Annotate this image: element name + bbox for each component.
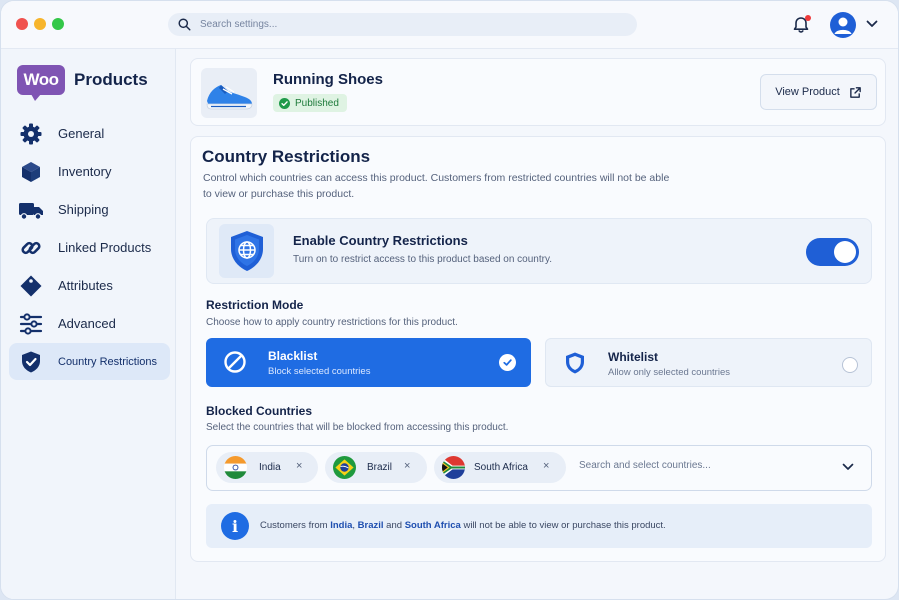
search-icon	[178, 18, 191, 31]
enable-restrictions-title: Enable Country Restrictions	[293, 233, 468, 248]
user-icon	[834, 17, 852, 34]
sidebar-title: Products	[74, 70, 148, 89]
sidebar-item-label: Linked Products	[58, 240, 152, 255]
sidebar-item-label: Inventory	[58, 164, 112, 179]
shield-icon	[566, 352, 584, 374]
brazil-flag-icon	[333, 456, 356, 479]
south-africa-flag-icon	[442, 456, 465, 479]
country-chip-south-africa: South Africa ×	[434, 452, 566, 483]
country-chip-label: South Africa	[474, 462, 528, 473]
sidebar-item-country-restrictions[interactable]: Country Restrictions	[9, 343, 170, 380]
view-product-button[interactable]: View Product	[760, 74, 877, 110]
search-bar[interactable]	[168, 13, 637, 36]
country-search-input[interactable]	[579, 460, 809, 471]
window-maximize-button[interactable]	[52, 18, 64, 30]
info-message: Customers from India, Brazil and South A…	[260, 520, 666, 531]
remove-brazil-button[interactable]: ×	[404, 460, 410, 472]
sidebar-item-shipping[interactable]: Shipping	[9, 191, 170, 228]
sliders-icon	[18, 311, 44, 337]
enable-restrictions-toggle[interactable]	[806, 238, 859, 266]
sidebar-item-inventory[interactable]: Inventory	[9, 153, 170, 190]
restriction-mode-description: Choose how to apply country restrictions…	[206, 317, 458, 328]
window-minimize-button[interactable]	[34, 18, 46, 30]
globe-shield-icon	[219, 224, 274, 278]
ban-icon	[224, 351, 246, 373]
remove-india-button[interactable]: ×	[296, 460, 302, 472]
whitelist-option[interactable]: Whitelist Allow only selected countries	[545, 338, 872, 387]
product-thumbnail	[201, 68, 257, 118]
blacklist-option[interactable]: Blacklist Block selected countries	[206, 338, 531, 387]
country-chip-india: India ×	[216, 452, 318, 483]
gear-icon	[18, 121, 44, 147]
notification-badge	[805, 15, 811, 21]
country-chip-brazil: Brazil ×	[325, 452, 427, 483]
sidebar-item-label: Country Restrictions	[58, 355, 158, 368]
info-separator: and	[383, 520, 405, 531]
page-description: Control which countries can access this …	[203, 172, 670, 200]
country-chip-label: India	[259, 462, 281, 473]
sidebar: Woo Products General Inventory Shipping …	[1, 49, 176, 599]
india-flag-icon	[224, 456, 247, 479]
whitelist-radio[interactable]	[842, 357, 858, 373]
blocked-countries-title: Blocked Countries	[206, 404, 313, 418]
avatar[interactable]	[830, 12, 856, 38]
enable-restrictions-description: Turn on to restrict access to this produ…	[293, 254, 553, 265]
country-restrictions-panel: Country Restrictions Control which count…	[190, 136, 886, 562]
enable-restrictions-row: Enable Country Restrictions Turn on to r…	[206, 218, 872, 284]
check-circle-icon	[279, 97, 290, 109]
status-badge: Published	[273, 94, 347, 112]
info-banner: i Customers from India, Brazil and South…	[206, 504, 872, 548]
sidebar-item-advanced[interactable]: Advanced	[9, 305, 170, 342]
sidebar-item-label: Advanced	[58, 316, 116, 331]
sidebar-nav: General Inventory Shipping Linked Produc…	[9, 115, 170, 381]
window-close-button[interactable]	[16, 18, 28, 30]
toggle-knob	[834, 241, 856, 263]
sidebar-item-label: General	[58, 126, 105, 141]
link-icon	[18, 235, 44, 261]
sidebar-item-attributes[interactable]: Attributes	[9, 267, 170, 304]
tag-icon	[18, 273, 44, 299]
info-country-south-africa: South Africa	[404, 520, 461, 531]
sidebar-item-label: Shipping	[58, 202, 109, 217]
status-label: Published	[295, 97, 339, 109]
shield-check-icon	[18, 349, 44, 375]
whitelist-title: Whitelist	[608, 350, 658, 364]
remove-south-africa-button[interactable]: ×	[543, 460, 549, 472]
info-country-brazil: Brazil	[357, 520, 384, 531]
box-icon	[18, 159, 44, 185]
sidebar-item-label: Attributes	[58, 278, 113, 293]
sidebar-item-linked-products[interactable]: Linked Products	[9, 229, 170, 266]
info-prefix: Customers from	[260, 520, 331, 531]
woo-logo: Woo	[17, 65, 65, 101]
blacklist-description: Block selected countries	[268, 366, 371, 377]
restriction-mode-title: Restriction Mode	[206, 298, 304, 312]
info-country-india: India	[330, 520, 353, 531]
selected-check-icon	[499, 354, 516, 371]
blacklist-title: Blacklist	[268, 349, 318, 363]
brand: Woo Products	[17, 65, 148, 101]
search-input[interactable]	[200, 19, 600, 30]
info-icon: i	[221, 512, 249, 540]
view-product-label: View Product	[775, 86, 840, 98]
app-window: Woo Products	[0, 0, 899, 600]
product-header: Running Shoes Published View Product	[190, 58, 886, 126]
info-suffix: will not be able to view or purchase thi…	[460, 520, 666, 531]
country-chip-label: Brazil	[367, 462, 393, 473]
chevron-down-icon[interactable]	[866, 19, 878, 29]
blocked-countries-description: Select the countries that will be blocke…	[206, 422, 509, 433]
external-link-icon	[849, 86, 861, 98]
page-title: Country Restrictions	[202, 147, 371, 166]
country-multiselect[interactable]: India × Brazil × South Africa × Search a…	[206, 445, 872, 491]
sidebar-item-general[interactable]: General	[9, 115, 170, 152]
chevron-down-icon[interactable]	[842, 461, 854, 473]
whitelist-description: Allow only selected countries	[608, 367, 730, 378]
top-bar	[1, 1, 898, 49]
truck-icon	[18, 197, 44, 223]
shoe-icon	[206, 85, 253, 110]
product-name: Running Shoes	[273, 71, 383, 88]
